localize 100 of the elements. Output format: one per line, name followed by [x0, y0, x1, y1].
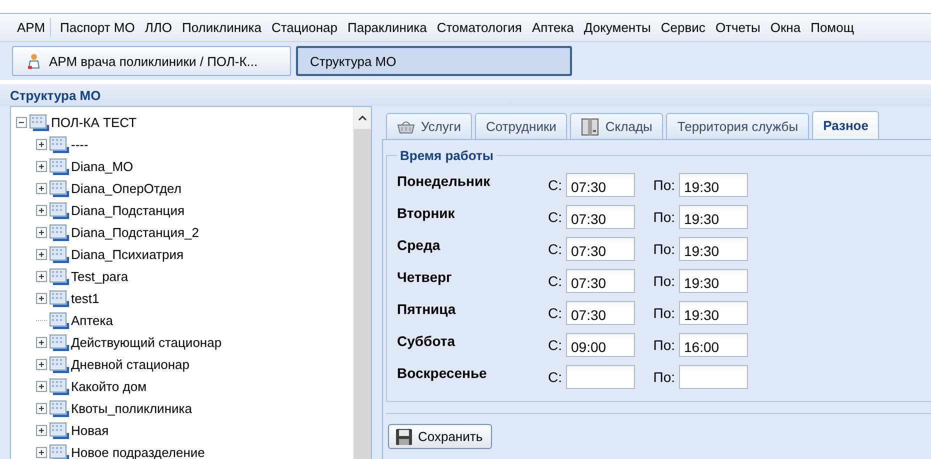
- menu-item[interactable]: ЛЛО: [140, 18, 178, 37]
- menu-item[interactable]: Поликлиника: [177, 18, 266, 37]
- menu-item[interactable]: Отчеты: [710, 18, 766, 37]
- from-label: С:: [547, 208, 563, 225]
- expand-icon[interactable]: [36, 248, 47, 260]
- expand-icon[interactable]: [36, 226, 47, 238]
- scroll-up-icon[interactable]: [358, 115, 367, 121]
- tree-item[interactable]: Дневной стационар: [71, 356, 190, 372]
- doctor-icon: [25, 52, 41, 70]
- menu-item[interactable]: Документы: [578, 18, 656, 37]
- menu-item[interactable]: Аптека: [526, 18, 579, 37]
- from-label: С:: [547, 272, 563, 289]
- tree-item[interactable]: Новая: [71, 422, 109, 438]
- to-label: По:: [652, 304, 676, 321]
- tab[interactable]: Разное: [812, 111, 880, 139]
- building-icon: [49, 135, 69, 153]
- day-label: Четверг: [397, 268, 453, 285]
- menu-item[interactable]: Окна: [765, 18, 806, 37]
- tree-item[interactable]: ----: [71, 136, 88, 152]
- window-tab[interactable]: АРМ врача поликлиники / ПОЛ-К...: [12, 46, 291, 76]
- from-label: С:: [547, 304, 563, 321]
- section-title: Время работы: [399, 148, 494, 163]
- expand-icon[interactable]: [36, 204, 47, 216]
- building-icon: [49, 157, 69, 175]
- expand-icon[interactable]: [36, 358, 47, 370]
- tree-item[interactable]: Diana_Подстанция_2: [71, 224, 199, 240]
- building-icon: [49, 267, 69, 285]
- time-field[interactable]: 07:30: [566, 301, 635, 325]
- expand-icon[interactable]: [36, 160, 47, 172]
- tab[interactable]: Территория службы: [666, 113, 810, 139]
- time-field[interactable]: 09:00: [566, 333, 635, 357]
- expand-icon[interactable]: [36, 182, 47, 194]
- time-field[interactable]: 19:30: [679, 301, 748, 325]
- day-label: Воскресенье: [397, 364, 488, 381]
- menu-item[interactable]: Паспорт МО: [55, 18, 140, 37]
- to-label: По:: [652, 176, 676, 193]
- to-label: По:: [652, 336, 676, 353]
- tree-item[interactable]: Diana_МО: [71, 158, 134, 174]
- time-field[interactable]: 19:30: [679, 205, 748, 229]
- tree-item[interactable]: Квоты_поликлиника: [71, 400, 192, 416]
- day-label: Пятница: [397, 300, 457, 317]
- expand-icon[interactable]: [36, 446, 47, 458]
- building-icon: [49, 355, 69, 373]
- time-field[interactable]: 19:30: [679, 269, 748, 293]
- menu-item[interactable]: Параклиника: [342, 18, 432, 37]
- expand-icon[interactable]: [36, 380, 47, 392]
- tree-item[interactable]: Какойто дом: [71, 378, 147, 394]
- from-label: С:: [547, 336, 563, 353]
- tree-item[interactable]: Diana_ОперОтдел: [71, 180, 182, 196]
- tree-item[interactable]: Аптека: [71, 312, 113, 328]
- expand-icon[interactable]: [36, 270, 47, 282]
- tree-item[interactable]: ПОЛ-КА ТЕСТ: [51, 114, 137, 130]
- building-icon: [49, 311, 69, 329]
- to-label: По:: [652, 240, 676, 257]
- building-icon: [49, 289, 69, 307]
- tree-item[interactable]: Diana_Подстанция: [71, 202, 185, 218]
- time-field[interactable]: 07:30: [566, 173, 635, 197]
- building-icon: [49, 399, 69, 417]
- from-label: С:: [547, 368, 563, 385]
- time-field[interactable]: 16:00: [679, 333, 748, 357]
- tree-item[interactable]: Test_para: [71, 268, 128, 284]
- expand-icon[interactable]: [36, 138, 47, 150]
- tree-item[interactable]: Diana_Психиатрия: [71, 246, 184, 262]
- time-field[interactable]: [566, 365, 635, 389]
- time-field[interactable]: [679, 365, 748, 389]
- menu-item[interactable]: Стационар: [266, 18, 342, 37]
- save-button[interactable]: Сохранить: [388, 424, 492, 449]
- tab[interactable]: Услуги: [386, 113, 472, 139]
- basket-icon: [397, 119, 415, 134]
- building-icon: [49, 245, 69, 263]
- menu-item[interactable]: Стоматология: [432, 18, 527, 37]
- expand-icon[interactable]: [36, 292, 47, 304]
- building-icon: [49, 443, 69, 459]
- scrollbar[interactable]: [353, 107, 371, 459]
- building-icon: [49, 421, 69, 439]
- collapse-icon[interactable]: [16, 116, 27, 128]
- expand-icon[interactable]: [36, 402, 47, 414]
- tree-item[interactable]: Действующий стационар: [71, 334, 222, 350]
- menu-item[interactable]: Сервис: [656, 18, 710, 37]
- box-icon: [581, 118, 600, 136]
- building-icon: [49, 333, 69, 351]
- time-field[interactable]: 19:30: [679, 173, 748, 197]
- menu-item[interactable]: Помощ: [806, 18, 860, 37]
- building-icon: [49, 377, 69, 395]
- from-label: С:: [547, 176, 563, 193]
- time-field[interactable]: 07:30: [566, 237, 635, 261]
- tab[interactable]: Сотрудники: [474, 113, 568, 139]
- building-icon: [49, 223, 69, 241]
- tree-item[interactable]: Новое подразделение: [71, 444, 205, 459]
- to-label: По:: [652, 368, 676, 385]
- window-tab[interactable]: Структура МО: [296, 46, 572, 76]
- to-label: По:: [652, 272, 676, 289]
- time-field[interactable]: 07:30: [566, 269, 635, 293]
- time-field[interactable]: 19:30: [679, 237, 748, 261]
- expand-icon[interactable]: [36, 336, 47, 348]
- expand-icon[interactable]: [36, 424, 47, 436]
- tab[interactable]: Склады: [570, 113, 664, 139]
- time-field[interactable]: 07:30: [566, 205, 635, 229]
- from-label: С:: [547, 240, 563, 257]
- tree-item[interactable]: test1: [71, 290, 100, 306]
